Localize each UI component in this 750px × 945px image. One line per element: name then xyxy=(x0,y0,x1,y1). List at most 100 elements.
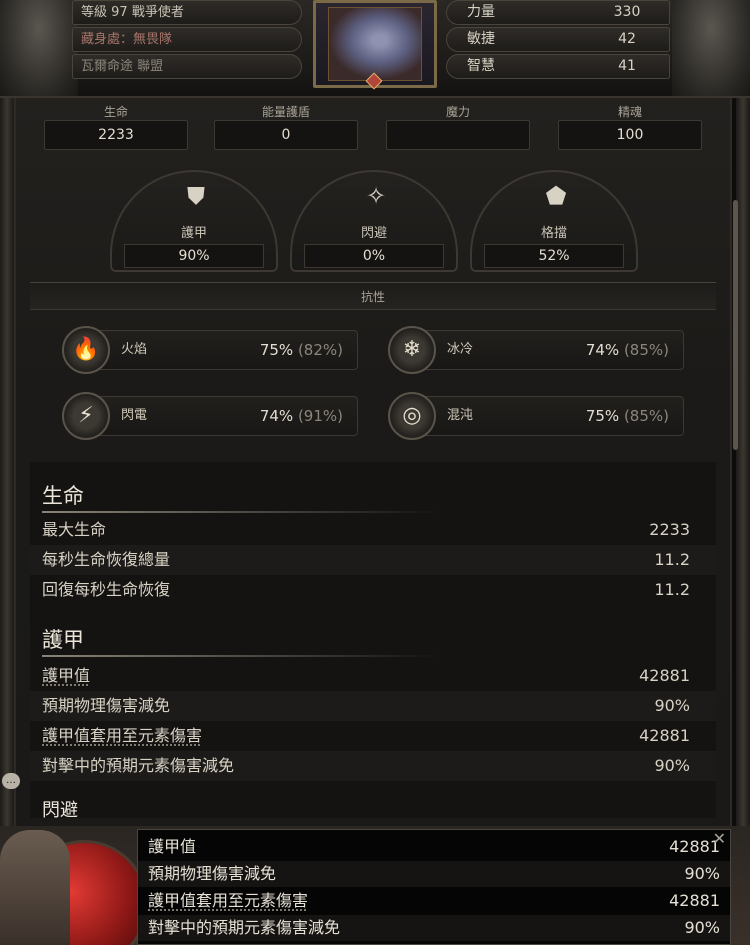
left-pillar-decoration xyxy=(0,98,14,838)
stat-label: 護甲值 xyxy=(42,666,91,685)
resource-label: 生命 xyxy=(103,105,128,119)
section-title-life: 生命 xyxy=(42,484,84,508)
stat-value: 90% xyxy=(654,756,690,775)
chaos-icon: ◎ xyxy=(388,392,436,440)
attribute-name: 力量 xyxy=(467,4,495,20)
armour-icon: ⛊ xyxy=(187,182,205,210)
stat-value: 11.2 xyxy=(654,580,690,599)
resource-life[interactable]: 生命 2233 xyxy=(38,103,194,155)
defence-label: 格擋 xyxy=(540,226,567,241)
close-icon[interactable]: ✕ xyxy=(713,830,726,848)
stat-row[interactable]: 每秒生命恢復總量 11.2 xyxy=(30,545,716,575)
tooltip-label: 護甲值 xyxy=(148,837,197,856)
attribute-strength[interactable]: 力量 330 xyxy=(446,0,670,25)
tooltip-value: 90% xyxy=(684,918,720,937)
stat-row[interactable]: 護甲值 42881 xyxy=(30,661,716,691)
right-pillar-decoration xyxy=(736,98,750,838)
level-class-plate: 等級 97 戰爭使者 xyxy=(72,0,302,25)
stat-value: 11.2 xyxy=(654,550,690,569)
attribute-value: 42 xyxy=(618,31,636,47)
resource-value: 2233 xyxy=(44,120,188,150)
stat-tooltip: 護甲值 42881 預期物理傷害減免 90% 護甲值套用至元素傷害 42881 … xyxy=(137,829,731,945)
class-name: 戰爭使者 xyxy=(131,5,184,20)
chat-icon[interactable]: … xyxy=(2,773,20,789)
resource-value xyxy=(386,120,530,150)
attribute-name: 智慧 xyxy=(467,58,495,74)
stat-value: 90% xyxy=(654,696,690,715)
demon-statue-decoration xyxy=(0,830,70,945)
defence-value: 52% xyxy=(484,244,624,268)
resource-energy-shield[interactable]: 能量護盾 0 xyxy=(208,103,364,155)
stat-row[interactable]: 最大生命 2233 xyxy=(30,515,716,545)
resistance-value: 75% (85%) xyxy=(585,407,669,425)
resistance-name: 閃電 xyxy=(121,408,148,423)
stat-label: 每秒生命恢復總量 xyxy=(42,550,171,569)
tooltip-row: 對擊中的預期元素傷害減免 90% xyxy=(138,915,730,941)
stat-value: 2233 xyxy=(649,520,690,539)
faction-plate: 瓦爾命途 聯盟 xyxy=(72,54,302,79)
stat-label: 回復每秒生命恢復 xyxy=(42,580,171,599)
resistance-value: 74% (91%) xyxy=(259,407,343,425)
stat-list[interactable]: 生命 最大生命 2233 每秒生命恢復總量 11.2 回復每秒生命恢復 11.2… xyxy=(30,462,716,821)
stat-label: 對擊中的預期元素傷害減免 xyxy=(42,756,235,775)
level-label: 等級 xyxy=(81,5,108,20)
section-title-armour: 護甲 xyxy=(42,628,84,652)
tooltip-label: 護甲值套用至元素傷害 xyxy=(148,891,309,910)
stat-row[interactable]: 對擊中的預期元素傷害減免 90% xyxy=(30,751,716,781)
tooltip-row: 護甲值 42881 xyxy=(138,834,730,860)
hideout-plate[interactable]: 藏身處：無畏隊 xyxy=(72,27,302,52)
defence-value: 0% xyxy=(304,244,444,268)
fire-icon: 🔥 xyxy=(62,326,110,374)
tooltip-row: 護甲值套用至元素傷害 42881 xyxy=(138,888,730,914)
hideout-label: 藏身處： xyxy=(81,32,134,47)
character-portrait[interactable] xyxy=(313,0,437,90)
attribute-dexterity[interactable]: 敏捷 42 xyxy=(446,27,670,52)
resource-spirit[interactable]: 精魂 100 xyxy=(552,103,708,155)
resource-mana[interactable]: 魔力 xyxy=(380,103,536,155)
cold-icon: ❄ xyxy=(388,326,436,374)
resistances-header: 抗性 xyxy=(30,282,716,310)
stat-row[interactable]: 護甲值套用至元素傷害 42881 xyxy=(30,721,716,751)
resource-label: 能量護盾 xyxy=(261,105,310,119)
stat-label: 預期物理傷害減免 xyxy=(42,696,171,715)
attribute-intelligence[interactable]: 智慧 41 xyxy=(446,54,670,79)
shield-icon: ⬟ xyxy=(545,182,567,210)
tooltip-row: 預期物理傷害減免 90% xyxy=(138,861,730,887)
tooltip-label: 預期物理傷害減免 xyxy=(148,864,277,883)
resistance-value: 74% (85%) xyxy=(585,341,669,359)
panel-scrollbar[interactable] xyxy=(733,200,738,450)
resistance-value: 75% (82%) xyxy=(259,341,343,359)
hideout-name: 無畏隊 xyxy=(133,32,173,47)
resistance-name: 混沌 xyxy=(447,408,474,423)
stat-label: 最大生命 xyxy=(42,520,107,539)
faction-name: 瓦爾命途 聯盟 xyxy=(81,59,164,74)
statue-left-decoration xyxy=(0,0,78,96)
resistance-name: 火焰 xyxy=(121,342,148,357)
resource-value: 100 xyxy=(558,120,702,150)
portrait-face-image xyxy=(328,7,422,81)
stat-row[interactable]: 回復每秒生命恢復 11.2 xyxy=(30,575,716,605)
resistance-name: 冰冷 xyxy=(447,342,474,357)
resource-label: 魔力 xyxy=(445,105,470,119)
section-title-evasion: 閃避 xyxy=(42,800,78,821)
statue-right-decoration xyxy=(672,0,750,96)
section-divider xyxy=(42,655,442,657)
evasion-icon: ✧ xyxy=(365,182,387,210)
attribute-name: 敏捷 xyxy=(467,31,495,47)
stat-value: 42881 xyxy=(639,666,690,685)
section-divider xyxy=(42,511,442,513)
defence-label: 護甲 xyxy=(180,226,207,241)
attribute-value: 41 xyxy=(618,58,636,74)
tooltip-value: 42881 xyxy=(669,891,720,910)
lightning-icon: ⚡ xyxy=(62,392,110,440)
defence-label: 閃避 xyxy=(360,226,387,241)
defence-value: 90% xyxy=(124,244,264,268)
resource-value: 0 xyxy=(214,120,358,150)
level-value: 97 xyxy=(111,5,128,20)
stat-value: 42881 xyxy=(639,726,690,745)
tooltip-label: 對擊中的預期元素傷害減免 xyxy=(148,918,341,937)
stat-row[interactable]: 預期物理傷害減免 90% xyxy=(30,691,716,721)
attribute-value: 330 xyxy=(613,4,641,20)
stat-label: 護甲值套用至元素傷害 xyxy=(42,726,203,745)
resource-label: 精魂 xyxy=(617,105,642,119)
